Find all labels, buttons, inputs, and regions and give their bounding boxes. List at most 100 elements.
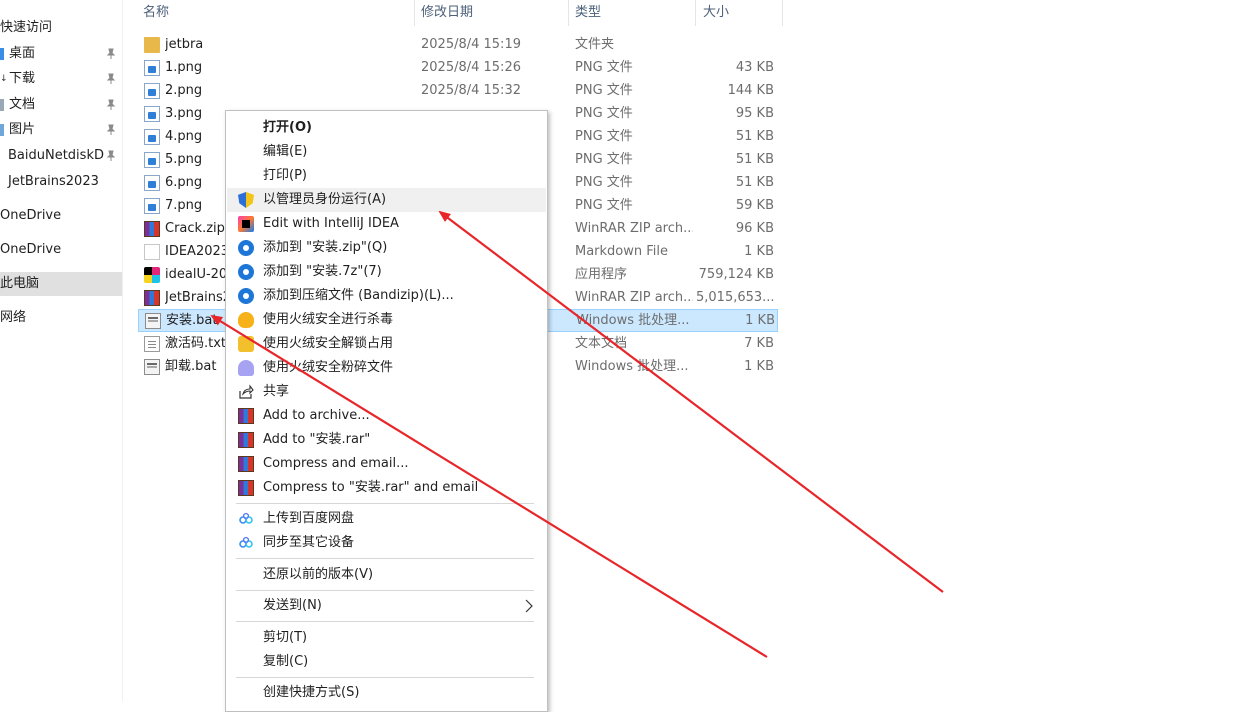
menu-item-label: Compress to "安装.rar" and email <box>263 480 479 495</box>
menu-item-compress-email[interactable]: Compress and email... <box>227 452 546 476</box>
menu-item-label: 上传到百度网盘 <box>263 511 355 526</box>
menu-item-label: 剪切(T) <box>263 630 308 645</box>
file-row-jetbra[interactable]: jetbra 2025/8/4 15:19 文件夹 <box>138 33 778 56</box>
menu-item-sync-devices[interactable]: 同步至其它设备 <box>227 531 546 555</box>
menu-item-huorong-shred[interactable]: 使用火绒安全粉碎文件 <box>227 356 546 380</box>
file-row-2-png[interactable]: 2.png 2025/8/4 15:32 PNG 文件 144 KB <box>138 79 778 102</box>
menu-item-label: 还原以前的版本(V) <box>263 567 374 582</box>
menu-item-send-to[interactable]: 发送到(N) <box>227 594 546 618</box>
nav-item-label: 文档 <box>9 97 36 112</box>
menu-separator <box>236 503 534 504</box>
file-name: 1.png <box>165 60 203 75</box>
menu-item-edit-intellij[interactable]: Edit with IntelliJ IDEA <box>227 212 546 236</box>
menu-item-upload-baidu[interactable]: 上传到百度网盘 <box>227 507 546 531</box>
column-header-size[interactable]: 大小 <box>703 0 729 26</box>
menu-item-add-zip[interactable]: 添加到 "安装.zip"(Q) <box>227 236 546 260</box>
sort-caret-icon: ⌃ <box>392 0 400 3</box>
menu-item-create-shortcut[interactable]: 创建快捷方式(S) <box>227 681 546 705</box>
menu-item-compress-rar-email[interactable]: Compress to "安装.rar" and email <box>227 476 546 500</box>
file-date: 2025/8/4 15:26 <box>421 60 521 75</box>
file-size: 1 KB <box>744 359 774 374</box>
huorong-shred-icon <box>238 360 254 376</box>
png-file-icon <box>144 198 160 214</box>
menu-item-add-rar[interactable]: Add to "安装.rar" <box>227 428 546 452</box>
nav-item-label: 网络 <box>0 310 27 325</box>
column-divider[interactable] <box>782 0 783 26</box>
column-divider[interactable] <box>695 0 696 26</box>
pin-icon <box>104 42 118 66</box>
file-type: Windows 批处理... <box>575 359 689 374</box>
huorong-unlock-icon <box>238 336 254 352</box>
menu-item-huorong-scan[interactable]: 使用火绒安全进行杀毒 <box>227 308 546 332</box>
menu-item-print[interactable]: 打印(P) <box>227 164 546 188</box>
menu-separator <box>236 677 534 678</box>
menu-item-label: Add to archive... <box>263 408 370 423</box>
file-size: 59 KB <box>735 198 774 213</box>
context-menu: 打开(O) 编辑(E) 打印(P) 以管理员身份运行(A) Edit with … <box>225 110 548 712</box>
column-header-type[interactable]: 类型 <box>575 0 601 26</box>
png-file-icon <box>144 106 160 122</box>
nav-item-label: BaiduNetdiskDo <box>8 148 104 163</box>
nav-item-label: 此电脑 <box>0 276 40 291</box>
nav-quick-access[interactable]: 快速访问 <box>0 16 122 40</box>
nav-item-jetbrains2023[interactable]: JetBrains2023 <box>0 170 122 194</box>
menu-item-label: 使用火绒安全粉碎文件 <box>263 360 394 375</box>
file-type: PNG 文件 <box>575 60 633 75</box>
nav-item-label: 桌面 <box>9 46 36 61</box>
bandizip-icon <box>238 264 254 280</box>
nav-item-network[interactable]: 网络 <box>0 306 122 330</box>
menu-item-add-bandizip[interactable]: 添加到压缩文件 (Bandizip)(L)... <box>227 284 546 308</box>
menu-item-share[interactable]: 共享 <box>227 380 546 404</box>
file-date: 2025/8/4 15:32 <box>421 83 521 98</box>
text-file-icon <box>144 336 160 352</box>
menu-item-add-7z[interactable]: 添加到 "安装.7z"(7) <box>227 260 546 284</box>
menu-item-label: 共享 <box>263 384 290 399</box>
png-file-icon <box>144 129 160 145</box>
pin-icon <box>104 93 118 117</box>
nav-item-documents[interactable]: 文档 <box>0 93 122 117</box>
menu-item-huorong-unlock[interactable]: 使用火绒安全解锁占用 <box>227 332 546 356</box>
menu-item-add-archive[interactable]: Add to archive... <box>227 404 546 428</box>
column-header-name[interactable]: 名称 <box>143 0 169 26</box>
column-header-date[interactable]: 修改日期 <box>421 0 473 26</box>
chevron-right-icon <box>524 594 538 618</box>
menu-item-label: 使用火绒安全进行杀毒 <box>263 312 394 327</box>
png-file-icon <box>144 83 160 99</box>
menu-item-open[interactable]: 打开(O) <box>227 116 546 140</box>
bandizip-icon <box>238 288 254 304</box>
intellij-idea-icon <box>238 216 254 232</box>
menu-item-label: 打开(O) <box>263 120 312 135</box>
file-size: 759,124 KB <box>698 267 774 282</box>
nav-item-baidunetdisk[interactable]: BaiduNetdiskDo <box>0 144 122 168</box>
file-type: PNG 文件 <box>575 83 633 98</box>
folder-icon <box>144 37 160 53</box>
baidu-netdisk-icon <box>238 511 254 527</box>
pictures-icon <box>0 124 4 136</box>
file-size: 96 KB <box>735 221 774 236</box>
file-type: PNG 文件 <box>575 129 633 144</box>
file-size: 5,015,653... <box>696 290 774 305</box>
nav-item-pictures[interactable]: 图片 <box>0 118 122 142</box>
file-row-1-png[interactable]: 1.png 2025/8/4 15:26 PNG 文件 43 KB <box>138 56 778 79</box>
nav-item-onedrive-2[interactable]: OneDrive <box>0 238 122 262</box>
file-size: 51 KB <box>735 129 774 144</box>
nav-quick-access-label: 快速访问 <box>0 20 53 35</box>
column-divider[interactable] <box>568 0 569 26</box>
nav-item-onedrive-1[interactable]: OneDrive <box>0 204 122 228</box>
winrar-icon <box>238 480 254 496</box>
menu-item-label: 打印(P) <box>263 168 307 183</box>
menu-item-run-as-admin[interactable]: 以管理员身份运行(A) <box>227 188 546 212</box>
nav-item-this-pc[interactable]: 此电脑 <box>0 272 122 296</box>
nav-item-label: 下载 <box>9 71 36 86</box>
nav-item-desktop[interactable]: 桌面 <box>0 42 122 66</box>
file-type: Markdown File <box>575 244 669 259</box>
menu-item-edit[interactable]: 编辑(E) <box>227 140 546 164</box>
nav-item-downloads[interactable]: ↓ 下载 <box>0 67 122 91</box>
menu-item-label: 使用火绒安全解锁占用 <box>263 336 394 351</box>
share-icon <box>238 384 254 400</box>
column-divider[interactable] <box>414 0 415 26</box>
menu-item-copy[interactable]: 复制(C) <box>227 650 546 674</box>
menu-item-restore-versions[interactable]: 还原以前的版本(V) <box>227 563 546 587</box>
menu-item-label: Edit with IntelliJ IDEA <box>263 216 399 231</box>
menu-item-cut[interactable]: 剪切(T) <box>227 626 546 650</box>
